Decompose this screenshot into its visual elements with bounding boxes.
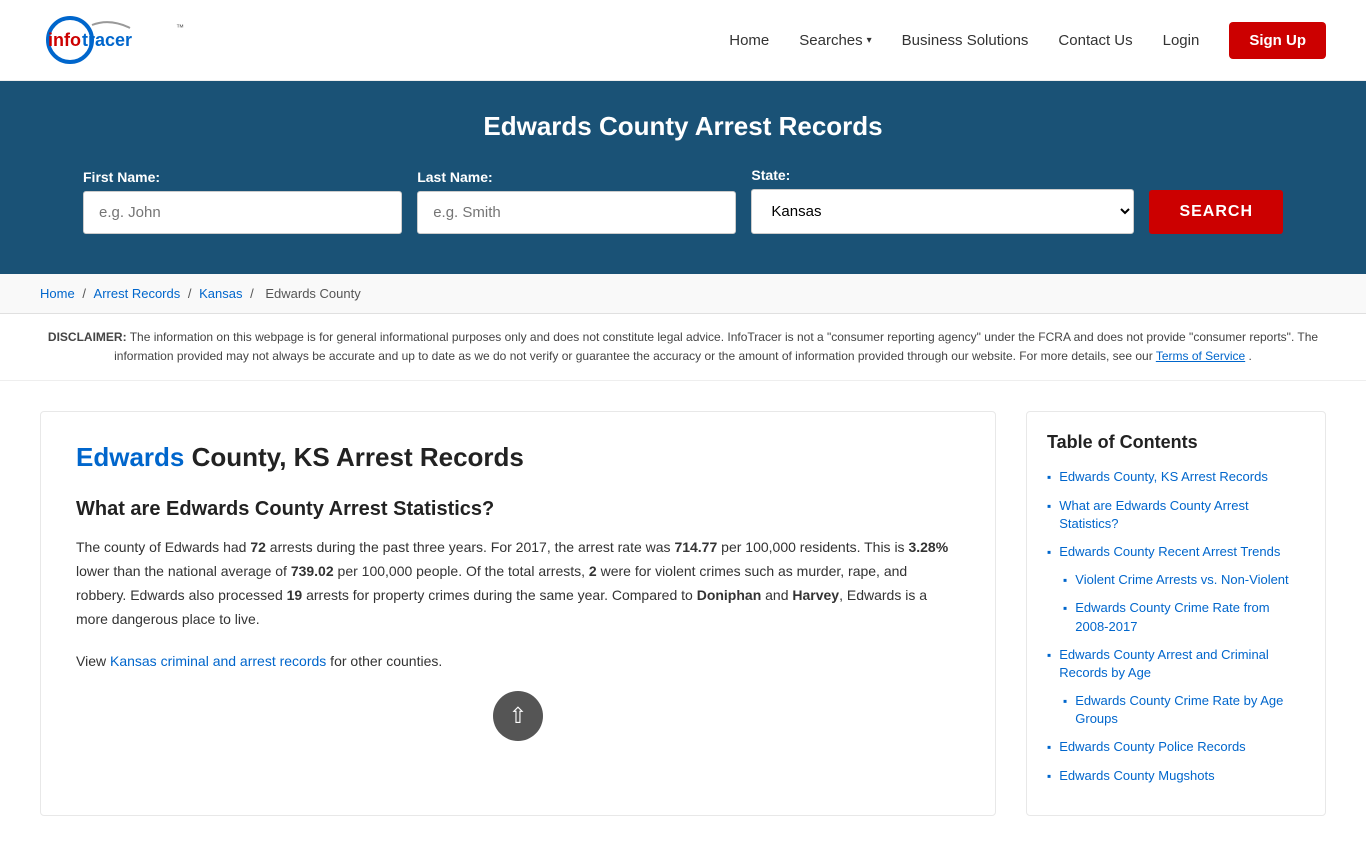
breadcrumb-edwards-county: Edwards County [265, 286, 360, 301]
article-title-rest: County, KS Arrest Records [184, 442, 524, 472]
table-of-contents: Table of Contents Edwards County, KS Arr… [1026, 411, 1326, 815]
state-select[interactable]: Kansas Alabama Alaska Arizona Arkansas C… [751, 189, 1134, 234]
chevron-down-icon: ▾ [867, 35, 872, 46]
article: Edwards County, KS Arrest Records What a… [40, 411, 996, 815]
logo-svg: info tracer ™ [40, 10, 200, 70]
nav-searches-label: Searches [799, 32, 862, 49]
last-name-input[interactable] [417, 191, 736, 234]
last-name-group: Last Name: [417, 169, 736, 234]
breadcrumb: Home / Arrest Records / Kansas / Edwards… [0, 274, 1366, 314]
property-count: 19 [287, 587, 303, 603]
state-group: State: Kansas Alabama Alaska Arizona Ark… [751, 167, 1134, 234]
view-link-paragraph: View Kansas criminal and arrest records … [76, 650, 960, 674]
breadcrumb-sep1: / [82, 286, 89, 301]
toc-list-item-5: Edwards County Arrest and Criminal Recor… [1047, 646, 1305, 682]
page-title: Edwards County Arrest Records [40, 111, 1326, 142]
toc-list-item-7: Edwards County Police Records [1047, 738, 1305, 756]
arrests-count: 72 [250, 539, 266, 555]
view-link-pre: View [76, 653, 110, 669]
first-name-label: First Name: [83, 169, 160, 185]
main-nav: Home Searches ▾ Business Solutions Conta… [729, 22, 1326, 59]
toc-item-6[interactable]: Edwards County Crime Rate by Age Groups [1075, 692, 1305, 728]
toc-list-item-2: Edwards County Recent Arrest Trends [1047, 543, 1305, 561]
toc-item-1[interactable]: What are Edwards County Arrest Statistic… [1059, 497, 1305, 533]
toc-list-item-8: Edwards County Mugshots [1047, 767, 1305, 785]
scroll-top-area: ⇧ [76, 691, 960, 741]
first-name-group: First Name: [83, 169, 402, 234]
toc-list: Edwards County, KS Arrest Records What ar… [1047, 468, 1305, 784]
breadcrumb-arrest-records[interactable]: Arrest Records [94, 286, 181, 301]
text-national-avg-pre: lower than the national average of [76, 563, 291, 579]
breadcrumb-sep2: / [188, 286, 195, 301]
text-and: and [761, 587, 792, 603]
svg-text:tracer: tracer [82, 30, 132, 50]
nav-business-solutions[interactable]: Business Solutions [902, 32, 1029, 49]
signup-button[interactable]: Sign Up [1229, 22, 1326, 59]
breadcrumb-kansas[interactable]: Kansas [199, 286, 242, 301]
state-label: State: [751, 167, 790, 183]
toc-item-2[interactable]: Edwards County Recent Arrest Trends [1059, 543, 1280, 561]
search-form: First Name: Last Name: State: Kansas Ala… [83, 167, 1283, 234]
last-name-label: Last Name: [417, 169, 492, 185]
toc-title: Table of Contents [1047, 432, 1305, 453]
kansas-arrest-records-link[interactable]: Kansas criminal and arrest records [110, 653, 326, 669]
breadcrumb-sep3: / [250, 286, 257, 301]
section1-paragraph: The county of Edwards had 72 arrests dur… [76, 536, 960, 631]
hero-section: Edwards County Arrest Records First Name… [0, 81, 1366, 274]
toc-item-0[interactable]: Edwards County, KS Arrest Records [1059, 468, 1268, 486]
text-per-100k: per 100,000 residents. This is [717, 539, 908, 555]
view-link-post: for other counties. [326, 653, 442, 669]
article-title-highlight: Edwards [76, 442, 184, 472]
main-content: Edwards County, KS Arrest Records What a… [0, 381, 1366, 845]
lower-pct: 3.28% [908, 539, 948, 555]
disclaimer-bold: DISCLAIMER: [48, 330, 127, 344]
header: info tracer ™ Home Searches ▾ Business S… [0, 0, 1366, 81]
section1-heading: What are Edwards County Arrest Statistic… [76, 498, 960, 521]
toc-item-7[interactable]: Edwards County Police Records [1059, 738, 1245, 756]
text-national-avg-post: per 100,000 people. Of the total arrests… [334, 563, 589, 579]
toc-list-item-0: Edwards County, KS Arrest Records [1047, 468, 1305, 486]
login-button[interactable]: Login [1163, 32, 1200, 49]
toc-item-8[interactable]: Edwards County Mugshots [1059, 767, 1214, 785]
search-button[interactable]: SEARCH [1149, 190, 1283, 234]
terms-of-service-link[interactable]: Terms of Service [1156, 349, 1245, 363]
text-pre-arrests: The county of Edwards had [76, 539, 250, 555]
county1: Doniphan [697, 587, 762, 603]
toc-list-item-6: Edwards County Crime Rate by Age Groups [1047, 692, 1305, 728]
text-post-arrests: arrests during the past three years. For… [266, 539, 675, 555]
first-name-input[interactable] [83, 191, 402, 234]
sidebar: Table of Contents Edwards County, KS Arr… [1026, 411, 1326, 815]
toc-list-item-3: Violent Crime Arrests vs. Non-Violent [1047, 571, 1305, 589]
toc-item-5[interactable]: Edwards County Arrest and Criminal Recor… [1059, 646, 1305, 682]
toc-item-4[interactable]: Edwards County Crime Rate from 2008-2017 [1075, 599, 1305, 635]
national-avg: 739.02 [291, 563, 334, 579]
disclaimer-period: . [1249, 349, 1252, 363]
text-property-post: arrests for property crimes during the s… [302, 587, 697, 603]
violent-count: 2 [589, 563, 597, 579]
toc-list-item-1: What are Edwards County Arrest Statistic… [1047, 497, 1305, 533]
disclaimer-text: The information on this webpage is for g… [114, 330, 1318, 363]
logo: info tracer ™ [40, 10, 200, 70]
svg-text:info: info [48, 30, 81, 50]
article-title: Edwards County, KS Arrest Records [76, 442, 960, 473]
toc-list-item-4: Edwards County Crime Rate from 2008-2017 [1047, 599, 1305, 635]
disclaimer-bar: DISCLAIMER: The information on this webp… [0, 314, 1366, 381]
nav-contact-us[interactable]: Contact Us [1058, 32, 1132, 49]
breadcrumb-home[interactable]: Home [40, 286, 75, 301]
nav-searches[interactable]: Searches ▾ [799, 32, 871, 49]
toc-item-3[interactable]: Violent Crime Arrests vs. Non-Violent [1075, 571, 1288, 589]
nav-home[interactable]: Home [729, 32, 769, 49]
scroll-to-top-button[interactable]: ⇧ [493, 691, 543, 741]
county2: Harvey [792, 587, 839, 603]
arrest-rate: 714.77 [674, 539, 717, 555]
svg-text:™: ™ [176, 23, 184, 32]
